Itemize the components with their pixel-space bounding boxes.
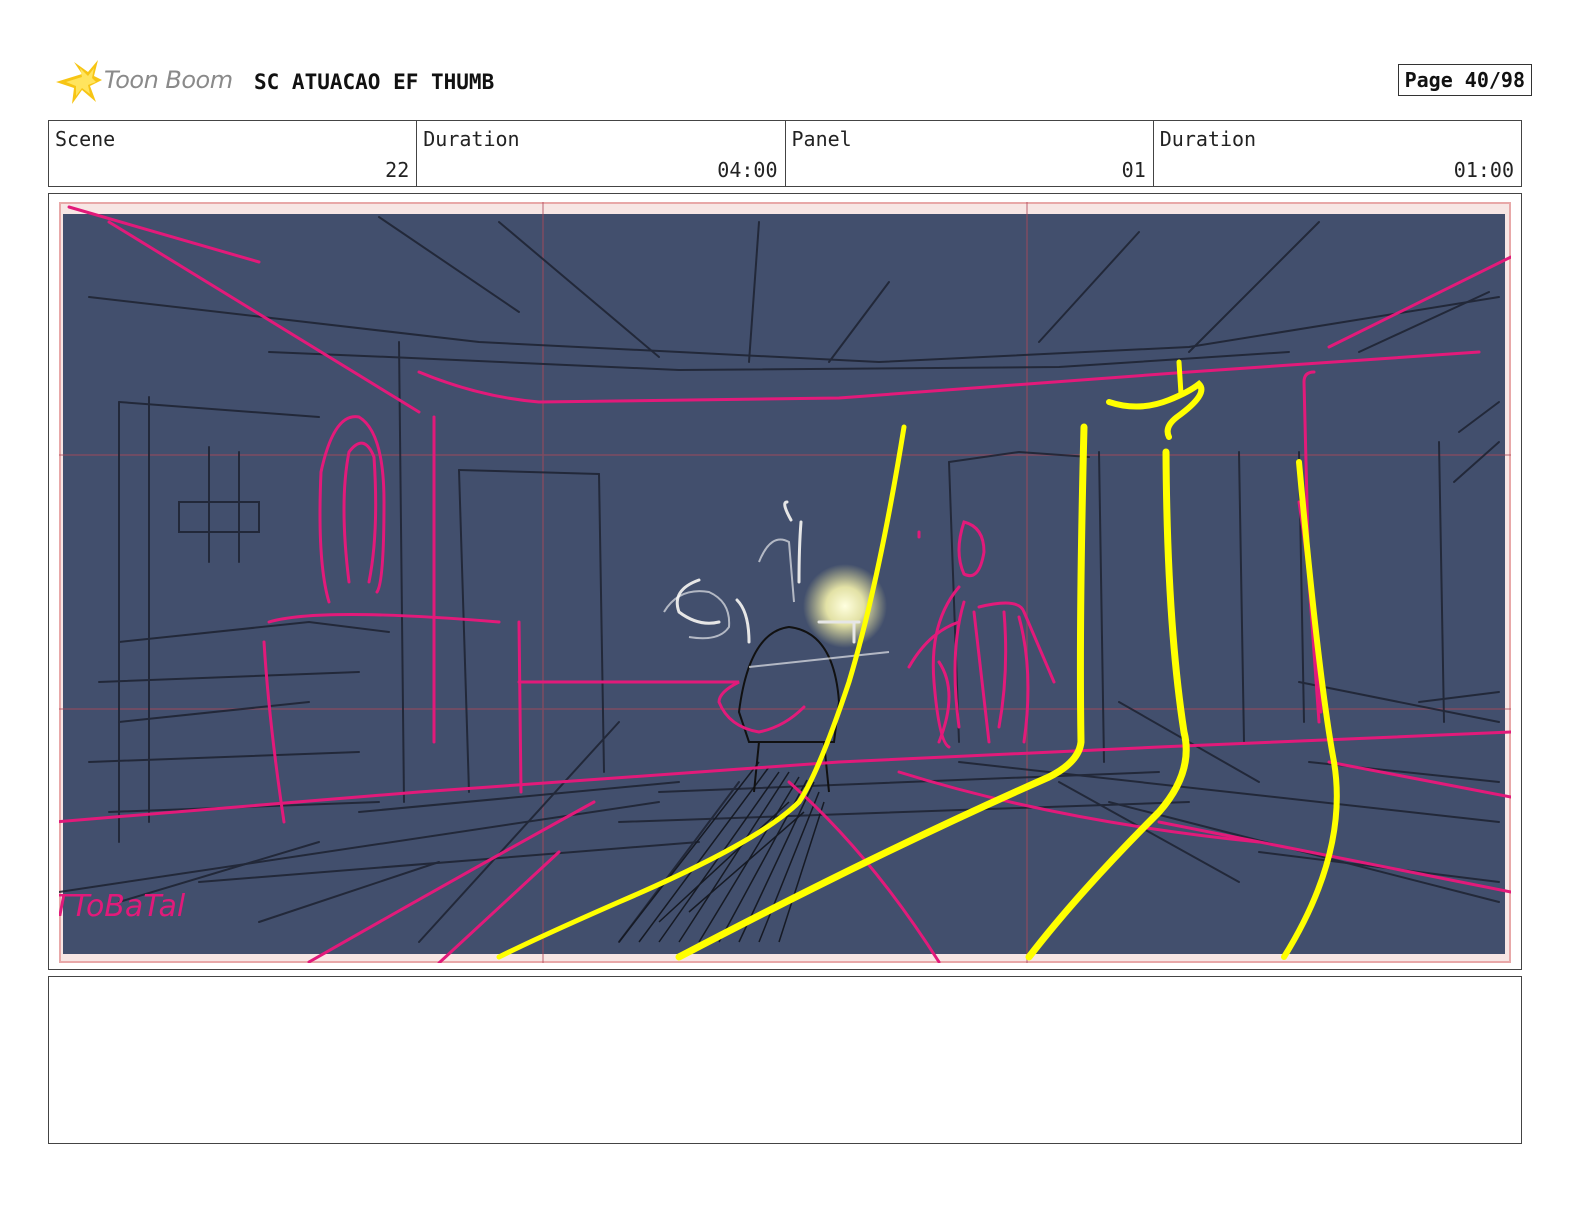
panel-duration-label: Duration (1159, 127, 1257, 151)
panel-notes-box (48, 976, 1522, 1144)
logo-burst-icon (56, 60, 102, 104)
panel-label: Panel (791, 127, 852, 151)
scene-value: 22 (385, 158, 410, 182)
scene-duration-cell: Duration 04:00 (417, 121, 786, 186)
toon-boom-logo: Toon Boom (52, 58, 242, 106)
scene-duration-value: 04:00 (717, 158, 778, 182)
page-header: Toon Boom SC ATUACAO EF THUMB Page 40/98 (52, 58, 1532, 108)
panel-value: 01 (1121, 158, 1146, 182)
brand-name: Toon Boom (104, 66, 233, 94)
project-title: SC ATUACAO EF THUMB (254, 70, 495, 94)
page-number: Page 40/98 (1397, 64, 1532, 96)
scene-cell: Scene 22 (49, 121, 418, 186)
scene-label: Scene (55, 127, 116, 151)
scene-duration-label: Duration (423, 127, 520, 151)
scene-info-table: Scene 22 Duration 04:00 Panel 01 Duratio… (48, 120, 1522, 187)
panel-sketch: TToBaTal (59, 202, 1511, 963)
storyboard-panel: TToBaTal (48, 193, 1522, 970)
panel-duration-cell: Duration 01:00 (1154, 121, 1521, 186)
panel-duration-value: 01:00 (1453, 158, 1514, 182)
panel-cell: Panel 01 (786, 121, 1154, 186)
sketch-signature: TToBaTal (59, 889, 186, 924)
